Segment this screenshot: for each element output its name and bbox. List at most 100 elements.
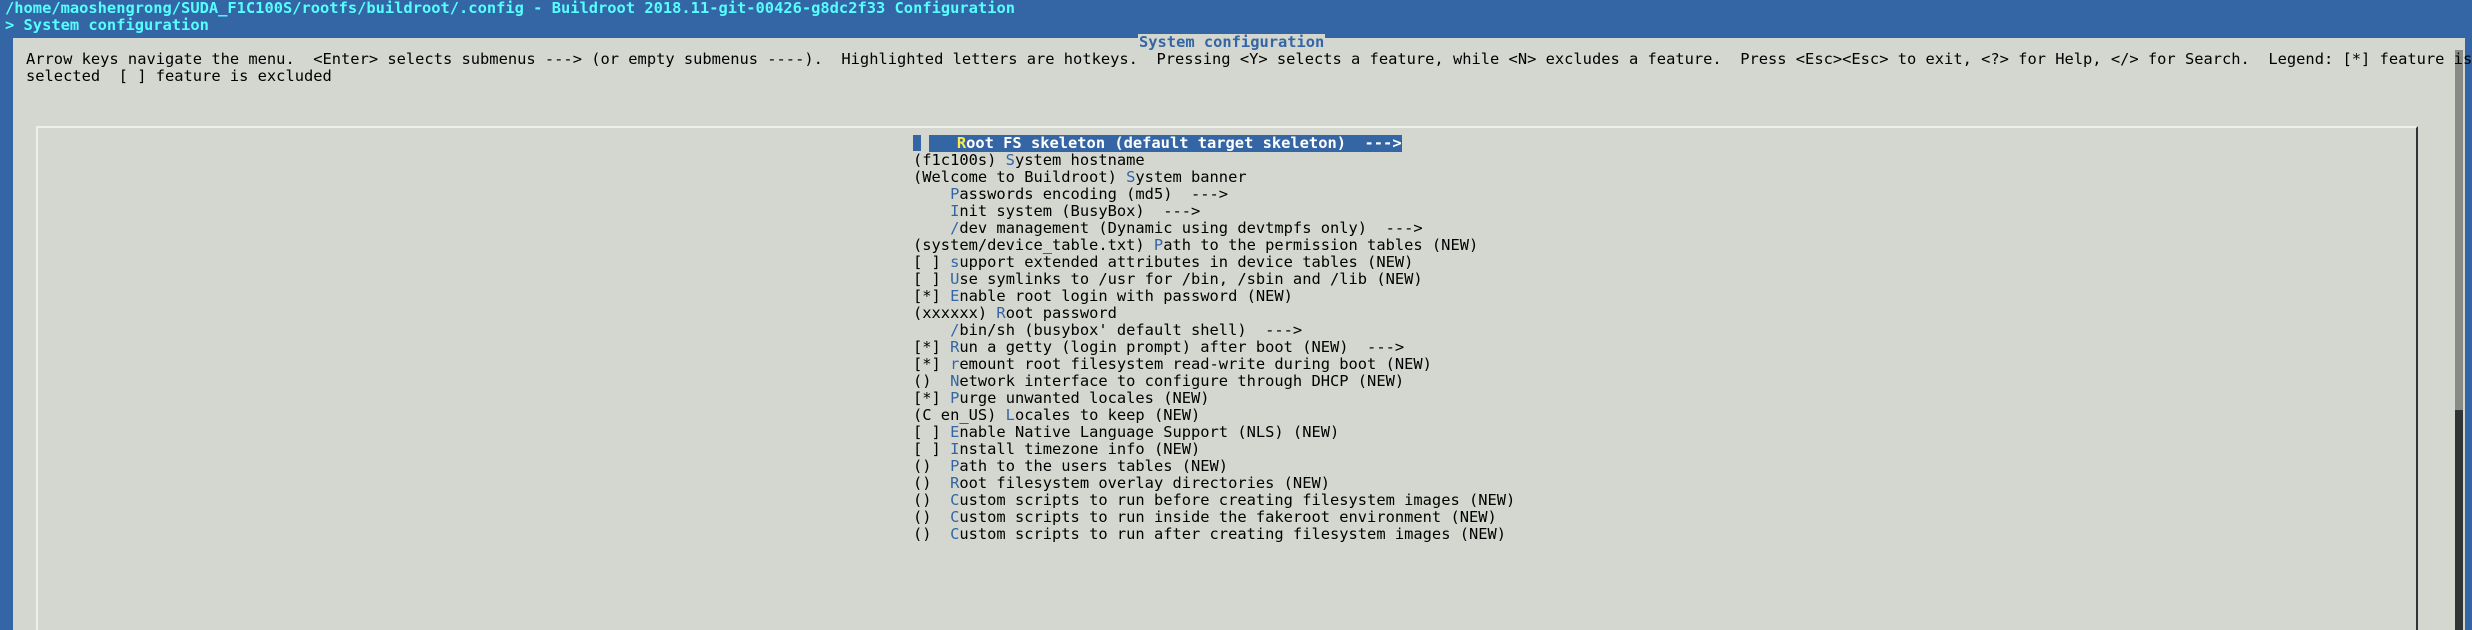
menu-item-prefix: [ ] <box>913 253 951 271</box>
menu-item-prefix: (Welcome to Buildroot) <box>913 168 1127 186</box>
menu-item[interactable]: [ ] support extended attributes in devic… <box>913 254 1515 271</box>
menu-item-label: ustom scripts to run inside the fakeroot… <box>959 508 1497 526</box>
dialog-title: System configuration <box>1138 33 1326 51</box>
menu-item-label: etwork interface to configure through DH… <box>959 372 1405 390</box>
menu-item-hotkey: R <box>950 338 960 356</box>
menu-item-label: un a getty (login prompt) after boot (NE… <box>959 338 1405 356</box>
menu-item-hotkey: S <box>1005 151 1015 169</box>
menu-item-prefix <box>913 219 950 237</box>
menu-item[interactable]: /dev management (Dynamic using devtmpfs … <box>913 220 1515 237</box>
window-title: /home/maoshengrong/SUDA_F1C100S/rootfs/b… <box>5 0 1015 17</box>
menu-item[interactable]: () Custom scripts to run inside the fake… <box>913 509 1515 526</box>
menu-item-prefix: [*] <box>913 287 951 305</box>
menu-item-label: oot FS skeleton (default target skeleton… <box>966 134 1402 152</box>
menu-item-hotkey: C <box>950 525 960 543</box>
menu-item[interactable]: () Path to the users tables (NEW) <box>913 458 1515 475</box>
menu-item-label: ustom scripts to run after creating file… <box>959 525 1507 543</box>
menu-item-label: emount root filesystem read-write during… <box>959 355 1432 373</box>
menu-item[interactable]: [ ] Install timezone info (NEW) <box>913 441 1515 458</box>
menu-item-prefix: (f1c100s) <box>913 151 1006 169</box>
menu-item-prefix: () <box>913 457 951 475</box>
menu-item-label: urge unwanted locales (NEW) <box>959 389 1210 407</box>
menu-item-prefix: (C en_US) <box>913 406 1006 424</box>
menu-item[interactable]: (xxxxxx) Root password <box>913 305 1515 322</box>
menu-item-label: oot password <box>1005 304 1117 322</box>
menu-item-hotkey: I <box>950 202 960 220</box>
menu-item-hotkey: / <box>950 321 960 339</box>
menu-item-hotkey: / <box>950 219 960 237</box>
menu-item-hotkey: U <box>950 270 960 288</box>
menu-item[interactable]: () Root filesystem overlay directories (… <box>913 475 1515 492</box>
menu-item-hotkey: E <box>950 287 960 305</box>
menu-item-prefix: [ ] <box>913 270 951 288</box>
menu-item-hotkey: R <box>996 304 1006 322</box>
menu-item-label: upport extended attributes in device tab… <box>959 253 1414 271</box>
menu-item-prefix: () <box>913 372 951 390</box>
menu-item-hotkey: P <box>950 185 960 203</box>
menu-item[interactable]: [*] Run a getty (login prompt) after boo… <box>913 339 1515 356</box>
menu-item-label: ath to the permission tables (NEW) <box>1163 236 1479 254</box>
menu-item-label: dev management (Dynamic using devtmpfs o… <box>959 219 1423 237</box>
menu-item[interactable]: Init system (BusyBox) ---> <box>913 203 1515 220</box>
menu-item-prefix: (xxxxxx) <box>913 304 997 322</box>
menu-item[interactable]: [ ] Use symlinks to /usr for /bin, /sbin… <box>913 271 1515 288</box>
menu-item-prefix: () <box>913 525 951 543</box>
menu-item-label: se symlinks to /usr for /bin, /sbin and … <box>959 270 1423 288</box>
menu-item-label: nit system (BusyBox) ---> <box>959 202 1201 220</box>
menu-item-hotkey: r <box>950 355 960 373</box>
menu-item[interactable]: /bin/sh (busybox' default shell) ---> <box>913 322 1515 339</box>
menu-item[interactable]: (system/device_table.txt) Path to the pe… <box>913 237 1515 254</box>
menu-item[interactable]: [ ] Enable Native Language Support (NLS)… <box>913 424 1515 441</box>
menu-item[interactable]: [*] Enable root login with password (NEW… <box>913 288 1515 305</box>
menu-item[interactable]: Root FS skeleton (default target skeleto… <box>913 135 1515 152</box>
menu-item-prefix: () <box>913 474 951 492</box>
menu-item[interactable]: [*] remount root filesystem read-write d… <box>913 356 1515 373</box>
menu-item-hotkey: P <box>1153 236 1164 254</box>
menu-item-hotkey: I <box>950 440 960 458</box>
menu-item[interactable]: () Network interface to configure throug… <box>913 373 1515 390</box>
menu-item-hotkey: R <box>950 474 960 492</box>
menu-item[interactable]: () Custom scripts to run after creating … <box>913 526 1515 543</box>
menu-item[interactable]: [*] Purge unwanted locales (NEW) <box>913 390 1515 407</box>
menu-item-label: nable Native Language Support (NLS) (NEW… <box>959 423 1340 441</box>
menu-item[interactable]: (Welcome to Buildroot) System banner <box>913 169 1515 186</box>
menu-item-hotkey: N <box>950 372 960 390</box>
menu-item-label: ystem banner <box>1135 168 1247 186</box>
menu-item-label: nstall timezone info (NEW) <box>959 440 1201 458</box>
menu-item-hotkey: S <box>1126 168 1136 186</box>
menu-item-highlight: Root FS skeleton (default target skeleto… <box>929 135 1402 152</box>
scrollbar-track[interactable] <box>2455 50 2463 630</box>
menu-item-hotkey: R <box>956 134 967 152</box>
menu-item-prefix <box>913 321 950 339</box>
menu-item-prefix: [*] <box>913 338 951 356</box>
menu-item[interactable]: (f1c100s) System hostname <box>913 152 1515 169</box>
menu-item-prefix: [ ] <box>913 423 951 441</box>
menu-item-prefix: () <box>913 508 951 526</box>
help-text: Arrow keys navigate the menu. <Enter> se… <box>26 50 2472 85</box>
menu-item-prefix: [ ] <box>913 440 951 458</box>
menu-item-prefix <box>913 185 950 203</box>
menu-item-label: ystem hostname <box>1014 151 1145 169</box>
scrollbar-thumb[interactable] <box>2455 50 2463 410</box>
menu-item-label: bin/sh (busybox' default shell) ---> <box>959 321 1303 339</box>
breadcrumb: > System configuration <box>5 16 209 34</box>
menu-item[interactable]: Passwords encoding (md5) ---> <box>913 186 1515 203</box>
menu-item[interactable]: () Custom scripts to run before creating… <box>913 492 1515 509</box>
menu-item-label: asswords encoding (md5) ---> <box>959 185 1229 203</box>
menu-item-hotkey: L <box>1005 406 1015 424</box>
menu-item-prefix: (system/device_table.txt) <box>913 236 1154 254</box>
menu-item-prefix: [*] <box>913 389 951 407</box>
menu-list: Root FS skeleton (default target skeleto… <box>913 135 1515 543</box>
menu-item-hotkey: C <box>950 508 960 526</box>
menu-item-hotkey: s <box>950 253 960 271</box>
menu-item-hotkey: P <box>950 457 960 475</box>
menu-item-label: ocales to keep (NEW) <box>1014 406 1201 424</box>
menu-item-hotkey: C <box>950 491 960 509</box>
scrollbar[interactable] <box>2453 38 2465 630</box>
menu-item-label: ath to the users tables (NEW) <box>959 457 1229 475</box>
menu-item-label: ustom scripts to run before creating fil… <box>959 491 1516 509</box>
selection-cursor <box>913 135 921 151</box>
menu-item-prefix: () <box>913 491 951 509</box>
menu-item-hotkey: P <box>950 389 960 407</box>
menu-item[interactable]: (C en_US) Locales to keep (NEW) <box>913 407 1515 424</box>
